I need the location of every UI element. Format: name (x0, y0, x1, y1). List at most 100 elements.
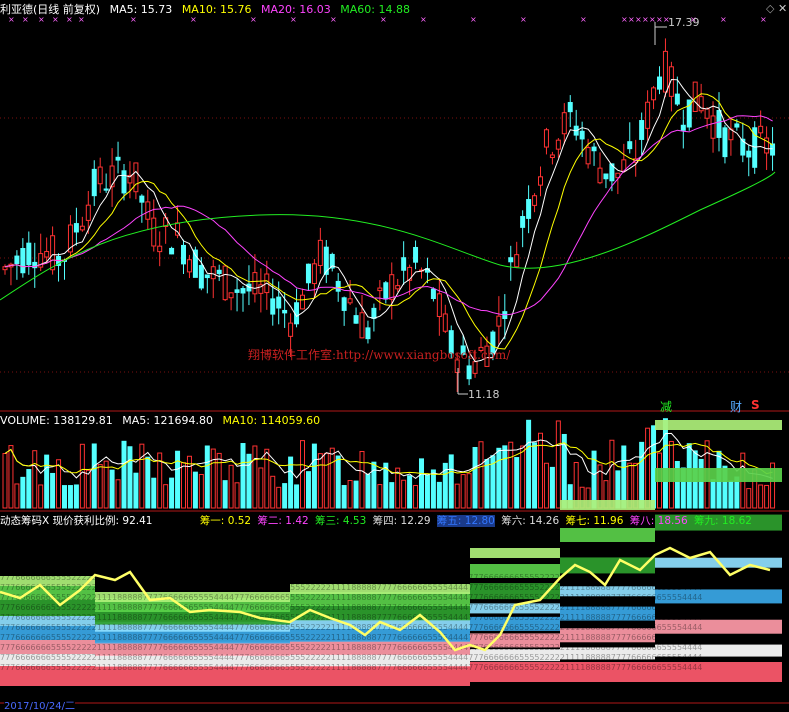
volume-bar (32, 450, 38, 509)
candle-body (597, 167, 603, 184)
ma60-label: MA60: 14.88 (340, 3, 410, 16)
volume-bar (746, 488, 752, 509)
candle-body (472, 361, 478, 374)
candle-body (186, 259, 192, 273)
volume-label: VOLUME: 138129.81 (0, 414, 113, 427)
signal-marker: × (628, 15, 635, 24)
candle-body (549, 154, 555, 159)
chip-band (560, 500, 655, 510)
candle-body (14, 255, 20, 265)
chip-texture: 7776666666555522222111188888777766666655… (0, 583, 702, 592)
ma5-line (4, 78, 773, 363)
volume-bar (252, 445, 258, 509)
volume-bar (502, 445, 508, 509)
candle-body (371, 307, 377, 319)
volume-bar (764, 484, 770, 509)
volume-bar (526, 419, 532, 509)
volume-bar (20, 476, 26, 509)
volume-bar (460, 474, 466, 509)
candle-body (210, 266, 216, 280)
volume-bar (538, 432, 543, 509)
chip-band (470, 548, 560, 558)
candle-body (734, 123, 740, 128)
chip-4-label: 筹四: 12.29 (372, 515, 431, 527)
volume-bar (609, 439, 615, 509)
candle-body (192, 249, 198, 278)
ma10-line (4, 93, 773, 350)
candle-body (770, 143, 776, 156)
candle-body (603, 173, 609, 180)
volume-bar (192, 471, 198, 509)
volume-ma10-label: MA10: 114059.60 (222, 414, 321, 427)
candle-body (270, 298, 276, 315)
candle-body (395, 285, 401, 290)
volume-bar (198, 473, 204, 509)
volume-bar (395, 467, 401, 509)
candle-body (430, 288, 436, 300)
volume-bar (758, 484, 764, 509)
chart-title: 利亚德(日线 前复权) (0, 3, 101, 16)
volume-bar (454, 483, 460, 509)
candle-body (722, 127, 728, 158)
collapse-icon[interactable]: ◇ (766, 2, 774, 15)
volume-bar (14, 483, 20, 509)
candle-body (198, 265, 204, 289)
candle-body (662, 50, 668, 93)
candle-body (26, 242, 32, 266)
candle-body (240, 288, 246, 294)
signal-marker: × (642, 15, 649, 24)
signal-marker: × (656, 15, 663, 24)
volume-bar (73, 484, 79, 509)
tag-jian: 减 (660, 400, 673, 414)
chip-6-label: 筹六: 14.26 (501, 515, 560, 527)
candle-body (341, 297, 347, 311)
volume-bar (216, 452, 222, 509)
volume-bar (97, 464, 103, 509)
candle-body (50, 235, 56, 271)
volume-bar (67, 485, 73, 509)
volume-bar (234, 482, 240, 509)
volume-bar (419, 458, 424, 509)
candle-body (514, 254, 520, 268)
volume-bar (38, 484, 44, 509)
candle-body (758, 125, 764, 134)
volume-bar (79, 443, 85, 509)
candle-body (710, 115, 716, 139)
volume-bar (341, 485, 347, 509)
volume-bar (335, 455, 341, 509)
candle-body (157, 245, 163, 253)
candle-body (442, 313, 448, 332)
ma20-label: MA20: 16.03 (261, 3, 331, 16)
volume-bar (121, 440, 127, 509)
volume-bar (151, 477, 157, 509)
volume-bar (50, 472, 56, 509)
ma60-line (0, 171, 776, 301)
volume-bar (413, 484, 419, 509)
volume-bar (8, 445, 14, 509)
close-icon[interactable]: ✕ (778, 2, 787, 15)
volume-bar (514, 457, 520, 509)
candle-body (20, 248, 26, 274)
candle-body (2, 266, 8, 271)
volume-bar (85, 469, 91, 509)
volume-bar (240, 443, 246, 509)
volume-bar (282, 483, 288, 509)
candle-body (73, 223, 79, 233)
tag-s: S (751, 398, 760, 412)
volume-bar (169, 477, 175, 509)
ma20-line (4, 115, 773, 316)
candle-body (383, 282, 389, 300)
main-header: 利亚德(日线 前复权) MA5: 15.73 MA10: 15.76 MA20:… (0, 3, 416, 17)
candle-body (305, 263, 311, 284)
volume-bar (317, 453, 323, 509)
candle-body (347, 298, 353, 304)
candle-body (282, 309, 288, 314)
volume-bar (145, 456, 151, 509)
candle-body (79, 225, 85, 231)
candle-body (585, 147, 591, 165)
candle-body (252, 272, 258, 295)
candle-body (317, 239, 323, 266)
volume-bar (228, 464, 234, 509)
volume-bar (555, 420, 561, 509)
volume-bar (662, 418, 668, 509)
